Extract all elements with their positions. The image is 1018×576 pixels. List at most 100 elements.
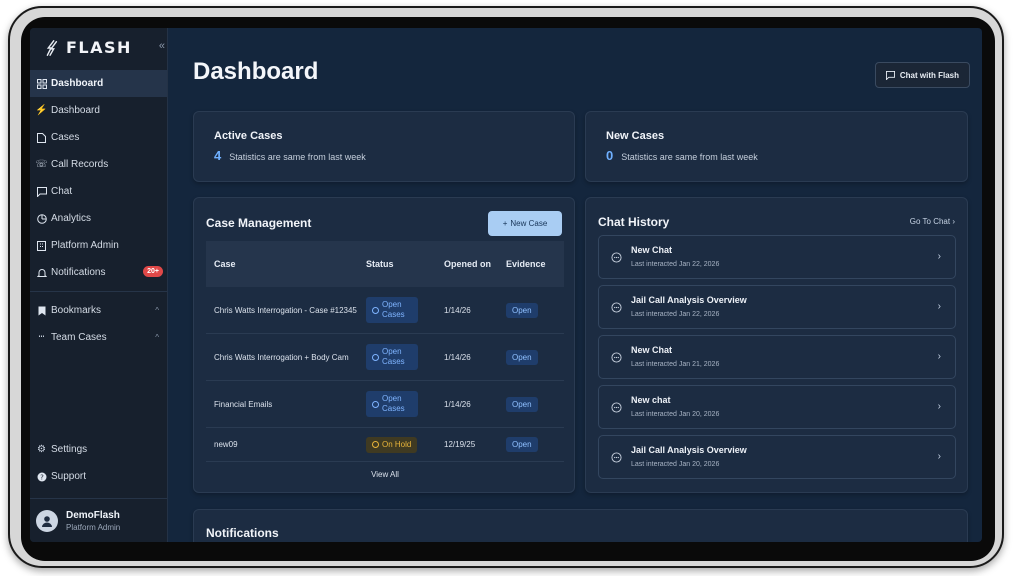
sidebar-item-dashboard-2[interactable]: ⚡ Dashboard [30, 97, 167, 124]
sidebar-item-label: Settings [51, 444, 88, 455]
notification-count-badge: 20+ [143, 266, 163, 277]
chat-bubble-icon [611, 252, 622, 263]
grid-icon [36, 78, 47, 89]
chevron-right-icon: › [937, 451, 941, 462]
evidence-open-button[interactable]: Open [506, 396, 538, 412]
column-header[interactable]: Status [366, 259, 444, 269]
table-row[interactable]: Chris Watts Interrogation - Case #12345 … [206, 287, 564, 334]
cases-table: Case Status Opened on Evidence Chris Wat… [206, 241, 564, 462]
flash-logo-icon [46, 39, 58, 56]
status-badge: Open Cases [366, 297, 418, 323]
circle-icon [372, 400, 379, 408]
sidebar-item-analytics[interactable]: Analytics [30, 205, 167, 232]
sidebar-item-support[interactable]: ? Support [30, 463, 167, 490]
bell-icon [36, 267, 47, 278]
active-cases-card: Active Cases 4 Statistics are same from … [193, 111, 575, 182]
sidebar-item-platform-admin[interactable]: Platform Admin [30, 232, 167, 259]
app-screen: FLASH « Dashboard ⚡ Dashboard Cases ☏ Ca… [30, 28, 982, 542]
chat-history-card: Chat History Go To Chat › New Chat Last … [585, 197, 968, 493]
help-icon: ? [36, 471, 47, 482]
chat-history-item[interactable]: New Chat Last interacted Jan 22, 2026 › [598, 235, 956, 279]
notifications-title: Notifications [206, 526, 279, 540]
column-header[interactable]: Case [206, 259, 366, 270]
building-icon [36, 240, 47, 251]
opened-date: 1/14/26 [444, 352, 471, 362]
sidebar-item-label: Dashboard [51, 78, 104, 89]
chevron-up-icon[interactable]: ^ [155, 306, 159, 315]
sidebar-item-label: Analytics [51, 213, 92, 224]
user-profile[interactable]: DemoFlash Platform Admin [30, 498, 167, 542]
logo-text: FLASH [66, 38, 132, 57]
go-to-chat-link[interactable]: Go To Chat › [910, 217, 955, 226]
pie-chart-icon [36, 213, 47, 224]
chat-history-item[interactable]: Jail Call Analysis Overview Last interac… [598, 285, 956, 329]
chevron-up-icon[interactable]: ^ [155, 333, 159, 342]
team-icon: ⵈ [38, 332, 45, 343]
sidebar-group-label: Team Cases [51, 332, 107, 343]
bolt-icon: ⚡ [35, 105, 48, 116]
table-row[interactable]: Chris Watts Interrogation + Body Cam Ope… [206, 334, 564, 381]
new-cases-card: New Cases 0 Statistics are same from las… [585, 111, 968, 182]
active-cases-count: 4 [214, 148, 222, 163]
sidebar-item-label: Notifications [51, 267, 106, 278]
evidence-open-button[interactable]: Open [506, 437, 538, 452]
column-header[interactable]: Opened on [444, 258, 498, 271]
chat-timestamp: Last interacted Jan 21, 2026 [631, 361, 720, 368]
new-case-label: New Case [510, 219, 548, 228]
chat-history-item[interactable]: New chat Last interacted Jan 20, 2026 › [598, 385, 956, 429]
case-management-title: Case Management [206, 216, 312, 230]
chevron-right-icon: › [952, 217, 955, 226]
sidebar-item-settings[interactable]: ⚙ Settings [30, 436, 167, 463]
sidebar-item-chat[interactable]: Chat [30, 178, 167, 205]
chevron-right-icon: › [937, 401, 941, 412]
sidebar-item-cases[interactable]: Cases [30, 124, 167, 151]
stat-note: Statistics are same from last week [621, 152, 758, 162]
chevron-right-icon: › [937, 351, 941, 362]
user-icon [42, 515, 52, 527]
sidebar-bottom-nav: ⚙ Settings ? Support [30, 436, 167, 490]
table-row[interactable]: Financial Emails Open Cases 1/14/26 Open [206, 381, 564, 428]
sidebar-item-dashboard[interactable]: Dashboard [30, 70, 167, 97]
circle-icon [372, 441, 379, 448]
chat-timestamp: Last interacted Jan 22, 2026 [631, 311, 720, 318]
chat-bubble-icon [611, 352, 622, 363]
chat-history-item[interactable]: Jail Call Analysis Overview Last interac… [598, 435, 956, 479]
plus-icon: + [502, 219, 508, 228]
case-management-card: Case Management + New Case Case Status O… [193, 197, 575, 493]
stat-title: New Cases [606, 130, 665, 142]
chat-timestamp: Last interacted Jan 20, 2026 [631, 461, 720, 468]
new-case-button[interactable]: + New Case [488, 211, 562, 236]
collapse-sidebar-icon[interactable]: « [159, 40, 165, 52]
evidence-open-button[interactable]: Open [506, 302, 538, 318]
chat-title: New Chat [631, 345, 673, 355]
svg-text:?: ? [40, 473, 44, 481]
chat-title: Jail Call Analysis Overview [631, 445, 747, 455]
logo[interactable]: FLASH [42, 38, 132, 57]
opened-date: 12/19/25 [444, 440, 476, 449]
chat-with-flash-label: Chat with Flash [899, 70, 959, 80]
main-content: Dashboard Chat with Flash Active Cases 4… [169, 28, 982, 542]
sidebar-item-notifications[interactable]: Notifications 20+ [30, 259, 167, 286]
chat-history-item[interactable]: New Chat Last interacted Jan 21, 2026 › [598, 335, 956, 379]
evidence-open-button[interactable]: Open [506, 349, 538, 365]
sidebar-item-label: Dashboard [51, 105, 100, 116]
sidebar-group-bookmarks[interactable]: Bookmarks ^ [30, 297, 167, 324]
sidebar-item-label: Support [51, 471, 87, 482]
chat-title: New Chat [631, 245, 673, 255]
chat-history-title: Chat History [598, 215, 670, 229]
table-header: Case Status Opened on Evidence [206, 241, 564, 287]
page-title: Dashboard [193, 58, 319, 85]
sidebar-group-team-cases[interactable]: ⵈ Team Cases ^ [30, 324, 167, 351]
chat-title: Jail Call Analysis Overview [631, 295, 747, 305]
sidebar: FLASH « Dashboard ⚡ Dashboard Cases ☏ Ca… [30, 28, 168, 542]
view-all-link[interactable]: View All [194, 470, 576, 479]
status-badge: Open Cases [366, 344, 418, 370]
chat-with-flash-button[interactable]: Chat with Flash [874, 62, 970, 88]
opened-date: 1/14/26 [444, 305, 471, 315]
sidebar-item-call-records[interactable]: ☏ Call Records [30, 151, 167, 178]
table-row[interactable]: new09 On Hold 12/19/25 Open [206, 428, 564, 462]
phone-icon: ☏ [35, 159, 48, 170]
case-name: Chris Watts Interrogation + Body Cam [214, 352, 349, 362]
column-header[interactable]: Evidence [498, 259, 556, 269]
avatar [36, 509, 58, 532]
